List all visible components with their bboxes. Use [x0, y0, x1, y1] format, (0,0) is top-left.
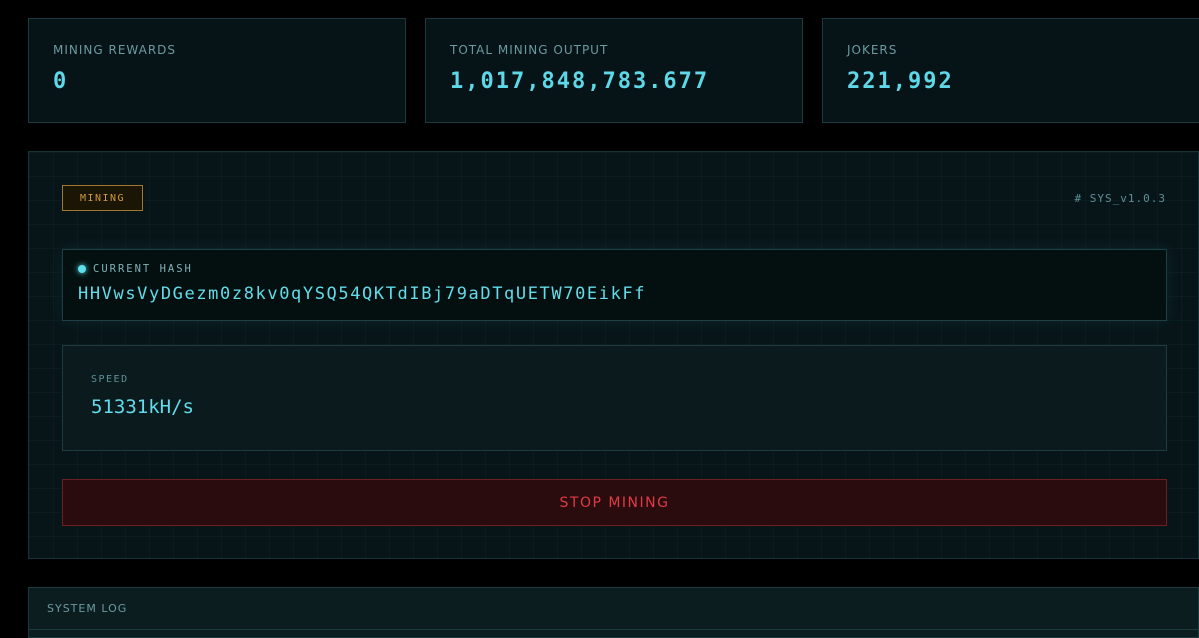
stat-value: 0: [53, 69, 69, 94]
stat-value: 221,992: [847, 69, 954, 94]
stats-row: MINING REWARDS 0 TOTAL MINING OUTPUT 1,0…: [28, 18, 1199, 123]
stat-card-jokers: JOKERS 221,992: [822, 18, 1199, 123]
version-label: # SYS_v1.0.3: [1074, 192, 1166, 205]
current-hash-box: CURRENT HASH HHVwsVyDGezm0z8kv0qYSQ54QKT…: [62, 249, 1167, 321]
system-log-panel: SYSTEM LOG: [28, 587, 1199, 638]
stop-mining-button[interactable]: STOP MINING: [62, 479, 1167, 526]
stat-card-mining-rewards: MINING REWARDS 0: [28, 18, 406, 123]
system-log-title: SYSTEM LOG: [29, 588, 1198, 630]
mining-panel: MINING # SYS_v1.0.3 CURRENT HASH HHVwsVy…: [28, 151, 1199, 559]
hash-value: HHVwsVyDGezm0z8kv0qYSQ54QKTdIBj79aDTqUET…: [78, 284, 647, 304]
stat-label: MINING REWARDS: [53, 43, 177, 57]
status-dot-icon: [78, 265, 86, 273]
speed-value: 51331kH/s: [91, 396, 194, 418]
stat-value: 1,017,848,783.677: [450, 69, 710, 94]
hash-label: CURRENT HASH: [93, 263, 193, 275]
speed-box: SPEED 51331kH/s: [62, 345, 1167, 451]
mode-badge: MINING: [62, 185, 143, 211]
speed-label: SPEED: [91, 374, 129, 385]
stat-label: TOTAL MINING OUTPUT: [450, 43, 609, 57]
stat-card-total-output: TOTAL MINING OUTPUT 1,017,848,783.677: [425, 18, 803, 123]
stat-label: JOKERS: [847, 43, 898, 57]
